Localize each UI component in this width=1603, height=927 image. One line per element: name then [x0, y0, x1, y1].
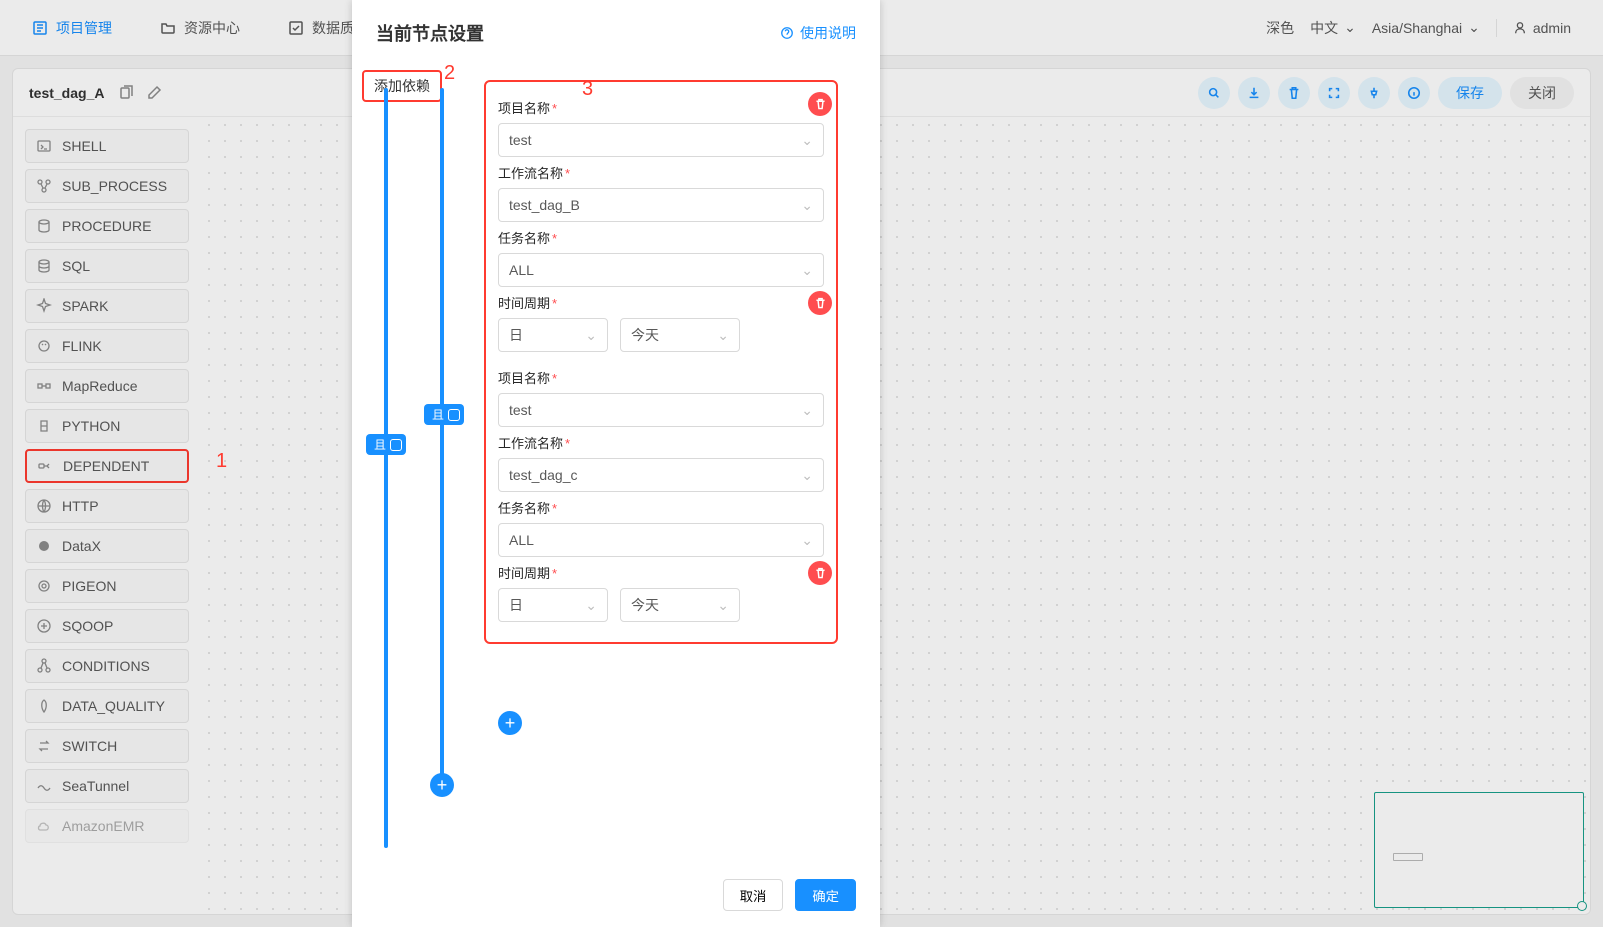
- select-value: test: [509, 132, 532, 148]
- period-unit-select[interactable]: 日⌄: [498, 588, 608, 622]
- chevron-down-icon: ⌄: [801, 532, 813, 549]
- help-link[interactable]: 使用说明: [780, 23, 856, 43]
- help-icon: [780, 26, 794, 40]
- modal-header: 当前节点设置 使用说明: [352, 0, 880, 58]
- select-value: ALL: [509, 262, 534, 278]
- select-value: test: [509, 402, 532, 418]
- help-label: 使用说明: [800, 23, 856, 43]
- annotation-3: 3: [582, 78, 593, 101]
- task-select[interactable]: ALL ⌄: [498, 523, 824, 557]
- annotation-2: 2: [444, 62, 455, 85]
- chevron-down-icon: ⌄: [801, 467, 813, 484]
- chevron-down-icon: ⌄: [717, 327, 729, 344]
- project-label: 项目名称*: [498, 98, 824, 117]
- modal-title: 当前节点设置: [376, 20, 484, 46]
- dependency-block-1: 项目名称* test ⌄ 工作流名称* test_dag_c ⌄ 任务名称* ALL…: [498, 368, 824, 622]
- chevron-down-icon: ⌄: [585, 597, 597, 614]
- select-value: test_dag_c: [509, 467, 578, 483]
- select-value: 今天: [631, 325, 659, 345]
- chevron-down-icon: ⌄: [801, 262, 813, 279]
- workflow-label: 工作流名称*: [498, 163, 824, 182]
- task-select[interactable]: ALL ⌄: [498, 253, 824, 287]
- inner-group-line: [440, 88, 444, 782]
- add-outer-group-button[interactable]: +: [430, 773, 454, 797]
- workflow-select[interactable]: test_dag_c ⌄: [498, 458, 824, 492]
- delete-period-button[interactable]: [808, 291, 832, 315]
- modal-footer: 取消 确定: [352, 867, 880, 927]
- chevron-down-icon: ⌄: [801, 197, 813, 214]
- outer-group-line: [384, 88, 388, 848]
- period-label: 时间周期*: [498, 563, 824, 582]
- chevron-down-icon: ⌄: [585, 327, 597, 344]
- annotation-1: 1: [216, 450, 227, 473]
- inner-and-toggle[interactable]: 且: [424, 404, 464, 425]
- period-label: 时间周期*: [498, 293, 824, 312]
- select-value: 日: [509, 595, 523, 615]
- period-value-select[interactable]: 今天 ⌄: [620, 318, 740, 352]
- workflow-select[interactable]: test_dag_B ⌄: [498, 188, 824, 222]
- toggle-indicator: [390, 439, 402, 451]
- period-unit-select[interactable]: 日⌄: [498, 318, 608, 352]
- project-select[interactable]: test ⌄: [498, 393, 824, 427]
- add-dependency-button[interactable]: 添加依赖: [362, 70, 442, 102]
- chevron-down-icon: ⌄: [717, 597, 729, 614]
- select-value: test_dag_B: [509, 197, 580, 213]
- task-label: 任务名称*: [498, 228, 824, 247]
- select-value: 今天: [631, 595, 659, 615]
- outer-and-toggle[interactable]: 且: [366, 434, 406, 455]
- project-label: 项目名称*: [498, 368, 824, 387]
- delete-period-button[interactable]: [808, 561, 832, 585]
- chevron-down-icon: ⌄: [801, 402, 813, 419]
- project-select[interactable]: test ⌄: [498, 123, 824, 157]
- and-label: 且: [432, 406, 444, 423]
- and-label: 且: [374, 436, 386, 453]
- cancel-button[interactable]: 取消: [723, 879, 784, 911]
- task-label: 任务名称*: [498, 498, 824, 517]
- delete-block-button[interactable]: [808, 92, 832, 116]
- toggle-indicator: [448, 409, 460, 421]
- workflow-label: 工作流名称*: [498, 433, 824, 452]
- select-value: ALL: [509, 532, 534, 548]
- chevron-down-icon: ⌄: [801, 132, 813, 149]
- dependency-form-group: 项目名称* test ⌄ 工作流名称* test_dag_B ⌄ 任务名称* ALL…: [484, 80, 838, 644]
- select-value: 日: [509, 325, 523, 345]
- add-inner-item-button[interactable]: +: [498, 711, 522, 735]
- node-settings-modal: 当前节点设置 使用说明 添加依赖 且 且 项目名称* test ⌄ 工作流名称* …: [352, 0, 880, 927]
- modal-body: 添加依赖 且 且 项目名称* test ⌄ 工作流名称* test_dag_B ⌄ …: [352, 58, 880, 867]
- period-value-select[interactable]: 今天 ⌄: [620, 588, 740, 622]
- dependency-block-0: 项目名称* test ⌄ 工作流名称* test_dag_B ⌄ 任务名称* ALL…: [498, 98, 824, 352]
- confirm-button[interactable]: 确定: [795, 879, 856, 911]
